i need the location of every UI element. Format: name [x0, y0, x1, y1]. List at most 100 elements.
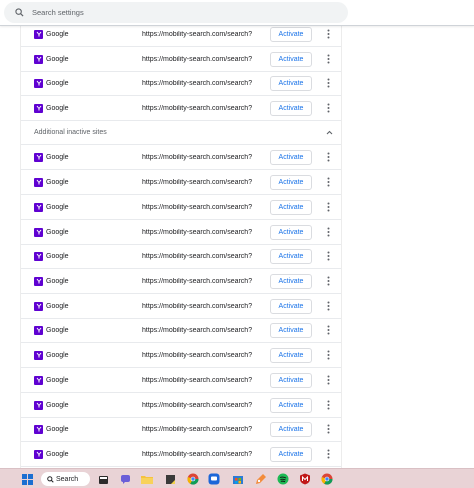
- list-item: Google https://mobility-search.com/searc…: [21, 26, 341, 47]
- search-input[interactable]: [32, 8, 332, 17]
- site-url: https://mobility-search.com/search?s: [142, 277, 252, 285]
- activate-button[interactable]: Activate: [270, 174, 312, 190]
- list-item: Google https://mobility-search.com/searc…: [21, 343, 341, 368]
- site-url: https://mobility-search.com/search?s: [142, 203, 252, 211]
- yahoo-favicon-icon: [34, 375, 43, 385]
- spotify-icon[interactable]: [276, 472, 290, 486]
- windows-start-icon[interactable]: [20, 472, 34, 486]
- more-options-icon[interactable]: [323, 274, 333, 288]
- list-item: Google https://mobility-search.com/searc…: [21, 244, 341, 269]
- sticky-notes-icon[interactable]: [163, 472, 177, 486]
- site-name: Google: [46, 178, 69, 186]
- more-options-icon[interactable]: [323, 175, 333, 189]
- list-item: Google https://mobility-search.com/searc…: [21, 96, 341, 121]
- inactive-sites-header[interactable]: Additional inactive sites: [21, 121, 341, 145]
- yahoo-favicon-icon: [34, 54, 43, 64]
- site-url: https://mobility-search.com/search?s: [142, 326, 252, 334]
- more-options-icon[interactable]: [323, 101, 333, 115]
- site-url: https://mobility-search.com/search?s: [142, 450, 252, 458]
- activate-button[interactable]: Activate: [270, 26, 312, 42]
- chrome-icon[interactable]: [186, 472, 200, 486]
- more-options-icon[interactable]: [323, 76, 333, 90]
- site-name: Google: [46, 55, 69, 63]
- folder-icon[interactable]: [140, 472, 154, 486]
- chat-icon[interactable]: [118, 472, 132, 486]
- activate-button[interactable]: Activate: [270, 51, 312, 67]
- site-name: Google: [46, 302, 69, 310]
- activate-button[interactable]: Activate: [270, 100, 312, 116]
- site-url: https://mobility-search.com/search?s: [142, 425, 252, 433]
- site-url: https://mobility-search.com/search?s: [142, 178, 252, 186]
- more-options-icon[interactable]: [323, 200, 333, 214]
- activate-button[interactable]: Activate: [270, 199, 312, 215]
- yahoo-favicon-icon: [34, 325, 43, 335]
- more-options-icon[interactable]: [323, 225, 333, 239]
- search-icon: [47, 475, 54, 483]
- activate-button[interactable]: Activate: [270, 347, 312, 363]
- activate-button[interactable]: Activate: [270, 397, 312, 413]
- site-name: Google: [46, 153, 69, 161]
- list-item: Google https://mobility-search.com/searc…: [21, 393, 341, 418]
- more-options-icon[interactable]: [323, 422, 333, 436]
- list-item: Google https://mobility-search.com/searc…: [21, 318, 341, 343]
- chevron-up-icon[interactable]: [324, 128, 334, 138]
- site-name: Google: [46, 277, 69, 285]
- activate-button[interactable]: Activate: [270, 224, 312, 240]
- site-name: Google: [46, 376, 69, 384]
- file-explorer-icon[interactable]: [96, 472, 110, 486]
- more-options-icon[interactable]: [323, 27, 333, 41]
- activate-button[interactable]: Activate: [270, 372, 312, 388]
- list-item: Google https://mobility-search.com/searc…: [21, 145, 341, 170]
- more-options-icon[interactable]: [323, 373, 333, 387]
- yahoo-favicon-icon: [34, 29, 43, 39]
- more-options-icon[interactable]: [323, 447, 333, 461]
- yahoo-favicon-icon: [34, 227, 43, 237]
- list-item: Google https://mobility-search.com/searc…: [21, 417, 341, 442]
- search-bar[interactable]: [4, 2, 348, 23]
- site-url: https://mobility-search.com/search?s: [142, 376, 252, 384]
- yahoo-favicon-icon: [34, 152, 43, 162]
- mcafee-icon[interactable]: [298, 472, 312, 486]
- chrome-icon[interactable]: [320, 472, 334, 486]
- site-url: https://mobility-search.com/search?s: [142, 252, 252, 260]
- yahoo-favicon-icon: [34, 177, 43, 187]
- yahoo-favicon-icon: [34, 251, 43, 261]
- more-options-icon[interactable]: [323, 150, 333, 164]
- site-name: Google: [46, 104, 69, 112]
- list-item: Google https://mobility-search.com/searc…: [21, 269, 341, 294]
- more-options-icon[interactable]: [323, 52, 333, 66]
- list-item: Google https://mobility-search.com/searc…: [21, 442, 341, 467]
- more-options-icon[interactable]: [323, 299, 333, 313]
- store-icon[interactable]: [231, 472, 245, 486]
- activate-button[interactable]: Activate: [270, 248, 312, 264]
- site-name: Google: [46, 203, 69, 211]
- yahoo-favicon-icon: [34, 350, 43, 360]
- site-url: https://mobility-search.com/search?s: [142, 55, 252, 63]
- taskbar-search[interactable]: Search: [41, 472, 90, 486]
- site-url: https://mobility-search.com/search?s: [142, 302, 252, 310]
- more-options-icon[interactable]: [323, 249, 333, 263]
- site-name: Google: [46, 425, 69, 433]
- section-title: Additional inactive sites: [34, 129, 107, 136]
- activate-button[interactable]: Activate: [270, 273, 312, 289]
- list-item: Google https://mobility-search.com/searc…: [21, 170, 341, 195]
- yahoo-favicon-icon: [34, 400, 43, 410]
- activate-button[interactable]: Activate: [270, 446, 312, 462]
- site-name: Google: [46, 252, 69, 260]
- yahoo-favicon-icon: [34, 78, 43, 88]
- list-item: Google https://mobility-search.com/searc…: [21, 47, 341, 72]
- activate-button[interactable]: Activate: [270, 149, 312, 165]
- site-url: https://mobility-search.com/search?s: [142, 30, 252, 38]
- activate-button[interactable]: Activate: [270, 75, 312, 91]
- paint-icon[interactable]: [254, 472, 268, 486]
- activate-button[interactable]: Activate: [270, 322, 312, 338]
- yahoo-favicon-icon: [34, 301, 43, 311]
- more-options-icon[interactable]: [323, 348, 333, 362]
- activate-button[interactable]: Activate: [270, 421, 312, 437]
- activate-button[interactable]: Activate: [270, 298, 312, 314]
- more-options-icon[interactable]: [323, 398, 333, 412]
- list-item: Google https://mobility-search.com/searc…: [21, 195, 341, 220]
- more-options-icon[interactable]: [323, 323, 333, 337]
- yahoo-favicon-icon: [34, 276, 43, 286]
- messenger-icon[interactable]: [207, 472, 221, 486]
